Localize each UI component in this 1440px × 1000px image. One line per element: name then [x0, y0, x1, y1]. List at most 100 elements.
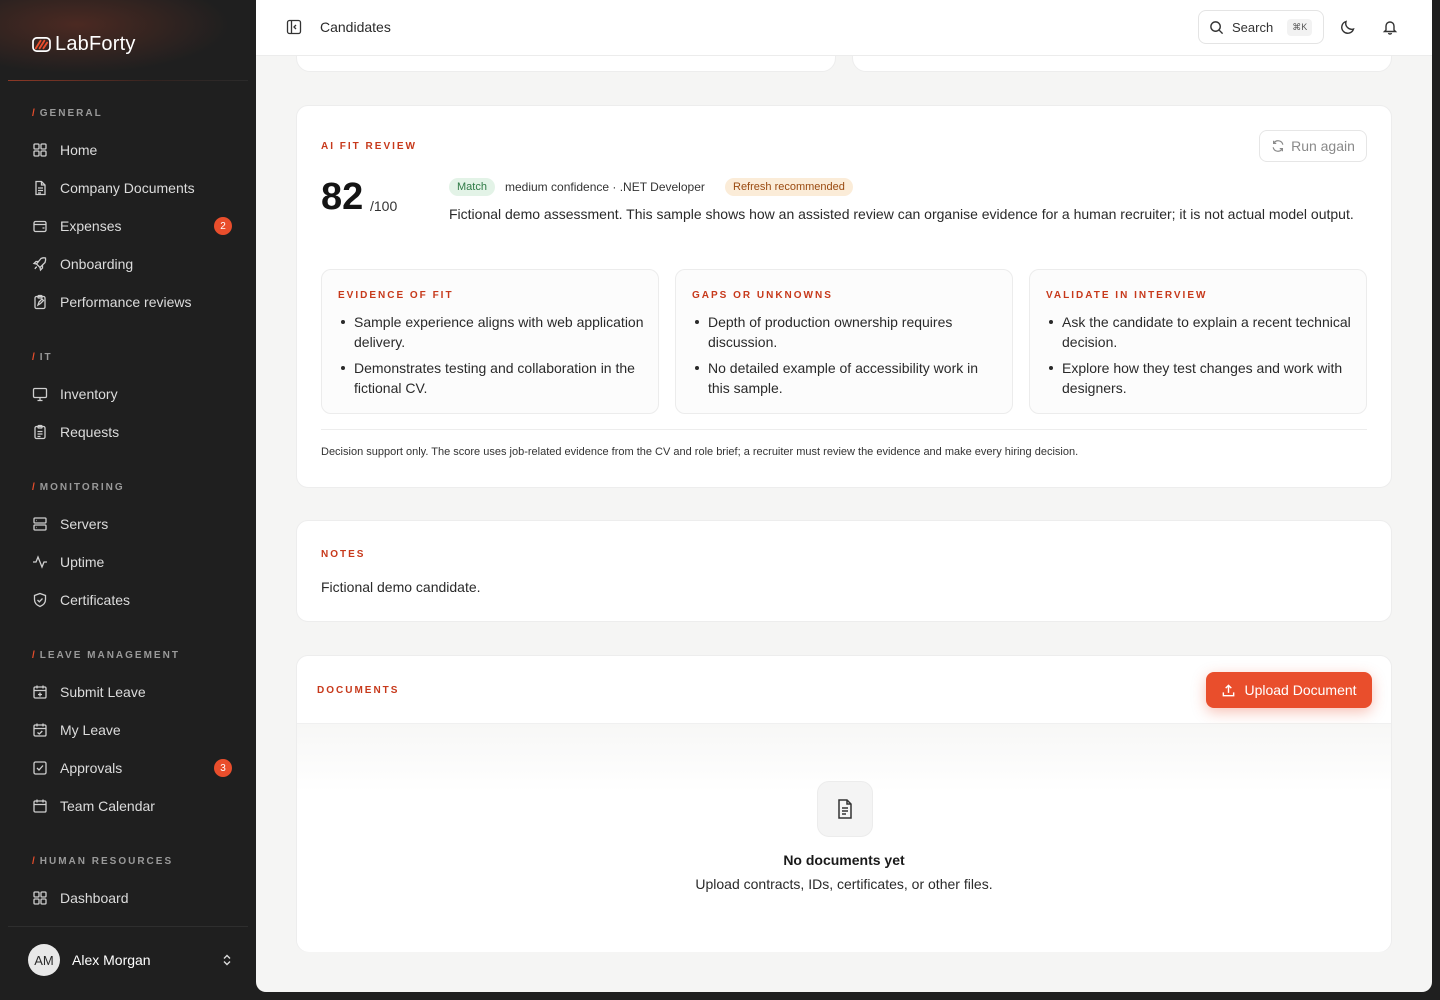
sidebar-item-servers[interactable]: Servers	[24, 508, 242, 540]
gaps-or-unknowns-card: GAPS OR UNKNOWNS Depth of production own…	[675, 269, 1013, 414]
empty-state-title: No documents yet	[783, 852, 905, 868]
upload-document-button[interactable]: Upload Document	[1206, 672, 1372, 708]
validate-in-interview-list: Ask the candidate to explain a recent te…	[1049, 312, 1352, 404]
list-item: Depth of production ownership requires d…	[695, 312, 998, 352]
evidence-of-fit-card: EVIDENCE OF FIT Sample experience aligns…	[321, 269, 659, 414]
documents-card: DOCUMENTS Upload Document No documents y…	[296, 655, 1392, 952]
sidebar-item-approvals[interactable]: Approvals 3	[24, 752, 242, 784]
grid-icon	[32, 142, 48, 158]
bell-icon[interactable]	[1382, 19, 1398, 35]
search-shortcut: ⌘K	[1287, 18, 1313, 36]
evidence-of-fit-title: EVIDENCE OF FIT	[338, 290, 454, 301]
expenses-count-badge: 2	[214, 217, 232, 235]
run-again-button[interactable]: Run again	[1259, 130, 1367, 162]
list-item: Ask the candidate to explain a recent te…	[1049, 314, 1351, 350]
sidebar-item-label: Onboarding	[60, 256, 134, 272]
wallet-icon	[32, 218, 48, 234]
decision-support-disclaimer: Decision support only. The score uses jo…	[321, 446, 1079, 458]
monitor-icon	[32, 386, 48, 402]
sidebar-item-label: My Leave	[60, 722, 121, 738]
list-item: Explore how they test changes and work w…	[1049, 358, 1352, 398]
documents-empty-state	[297, 724, 1391, 952]
validate-in-interview-title: VALIDATE IN INTERVIEW	[1046, 290, 1208, 301]
activity-icon	[32, 554, 48, 570]
document-icon	[32, 180, 48, 196]
sidebar-item-label: Dashboard	[60, 890, 129, 906]
shield-icon	[32, 592, 48, 608]
ai-fit-review-title: AI FIT REVIEW	[321, 141, 417, 152]
clipboard-list-icon	[32, 424, 48, 440]
documents-header: DOCUMENTS Upload Document	[297, 656, 1391, 724]
sidebar-item-uptime[interactable]: Uptime	[24, 546, 242, 578]
validate-in-interview-card: VALIDATE IN INTERVIEW Ask the candidate …	[1029, 269, 1367, 414]
sidebar-item-onboarding[interactable]: Onboarding	[24, 248, 242, 280]
notes-title: NOTES	[321, 549, 366, 560]
avatar: AM	[28, 944, 60, 976]
sidebar-item-team-calendar[interactable]: Team Calendar	[24, 790, 242, 822]
section-label-leave-management: / LEAVE MANAGEMENT	[32, 650, 180, 661]
sidebar-item-home[interactable]: Home	[24, 134, 242, 166]
sidebar-item-label: Team Calendar	[60, 798, 155, 814]
search-button[interactable]: Search ⌘K	[1198, 10, 1324, 44]
divider	[321, 429, 1367, 430]
refresh-recommended-badge: Refresh recommended	[725, 178, 853, 196]
grid-icon	[32, 890, 48, 906]
sidebar-item-label: Home	[60, 142, 98, 158]
labforty-logo-icon	[32, 36, 51, 52]
calendar-icon	[32, 798, 48, 814]
empty-documents-illustration	[817, 781, 873, 837]
list-item: No detailed example of accessibility wor…	[695, 358, 998, 398]
list-item: Sample experience aligns with web applic…	[341, 314, 644, 350]
topbar: Candidates Search ⌘K	[256, 0, 1432, 56]
sidebar-item-submit-leave[interactable]: Submit Leave	[24, 676, 242, 708]
breadcrumb[interactable]: Candidates	[320, 19, 391, 35]
calendar-plus-icon	[32, 684, 48, 700]
sidebar-item-inventory[interactable]: Inventory	[24, 378, 242, 410]
sidebar: LabForty / GENERAL Home Company Documents…	[0, 0, 256, 1000]
section-label-monitoring: / MONITORING	[32, 482, 125, 493]
upload-document-label: Upload Document	[1244, 682, 1357, 698]
sidebar-item-expenses[interactable]: Expenses 2	[24, 210, 242, 242]
sidebar-item-company-documents[interactable]: Company Documents	[24, 172, 242, 204]
brand-divider	[8, 80, 248, 81]
sidebar-item-label: Requests	[60, 424, 120, 440]
user-divider	[8, 926, 248, 927]
notes-card: NOTES Fictional demo candidate.	[296, 520, 1392, 622]
sidebar-item-requests[interactable]: Requests	[24, 416, 242, 448]
sidebar-item-certificates[interactable]: Certificates	[24, 584, 242, 616]
moon-icon[interactable]	[1340, 19, 1356, 35]
ai-fit-review-card: AI FIT REVIEW Run again 82 /100 Match me…	[296, 105, 1392, 488]
sidebar-item-dashboard[interactable]: Dashboard	[24, 882, 242, 914]
sidebar-item-label: Certificates	[60, 592, 131, 608]
sidebar-item-performance-reviews[interactable]: Performance reviews	[24, 286, 242, 318]
check-square-icon	[32, 760, 48, 776]
sidebar-item-label: Submit Leave	[60, 684, 146, 700]
confidence-role-meta: medium confidence · .NET Developer	[505, 180, 705, 194]
clipboard-edit-icon	[32, 294, 48, 310]
section-label-it: / IT	[32, 352, 53, 363]
brand[interactable]: LabForty	[32, 30, 136, 58]
search-label: Search	[1232, 19, 1274, 35]
list-item: Demonstrates testing and collaboration i…	[341, 358, 644, 398]
gaps-or-unknowns-title: GAPS OR UNKNOWNS	[692, 290, 833, 301]
fit-score: 82	[321, 176, 364, 218]
approvals-count-badge: 3	[214, 759, 232, 777]
section-label-human-resources: / HUMAN RESOURCES	[32, 856, 174, 867]
gaps-or-unknowns-list: Depth of production ownership requires d…	[695, 312, 998, 404]
sidebar-item-label: Expenses	[60, 218, 122, 234]
main-panel: Candidates Search ⌘K AI FIT REVIEW Run a…	[256, 0, 1432, 992]
rocket-icon	[32, 256, 48, 272]
file-text-icon	[838, 799, 852, 819]
sidebar-toggle-icon[interactable]	[286, 19, 302, 35]
documents-title: DOCUMENTS	[317, 685, 400, 696]
search-icon	[1210, 20, 1224, 34]
empty-state-subtitle: Upload contracts, IDs, certificates, or …	[695, 876, 993, 892]
sidebar-item-my-leave[interactable]: My Leave	[24, 714, 242, 746]
calendar-check-icon	[32, 722, 48, 738]
match-badge: Match	[449, 178, 495, 196]
sidebar-item-label: Company Documents	[60, 180, 195, 196]
section-label-general: / GENERAL	[32, 108, 103, 119]
sidebar-item-label: Uptime	[60, 554, 105, 570]
sidebar-item-label: Servers	[60, 516, 109, 532]
user-menu[interactable]: AM Alex Morgan	[28, 944, 234, 976]
